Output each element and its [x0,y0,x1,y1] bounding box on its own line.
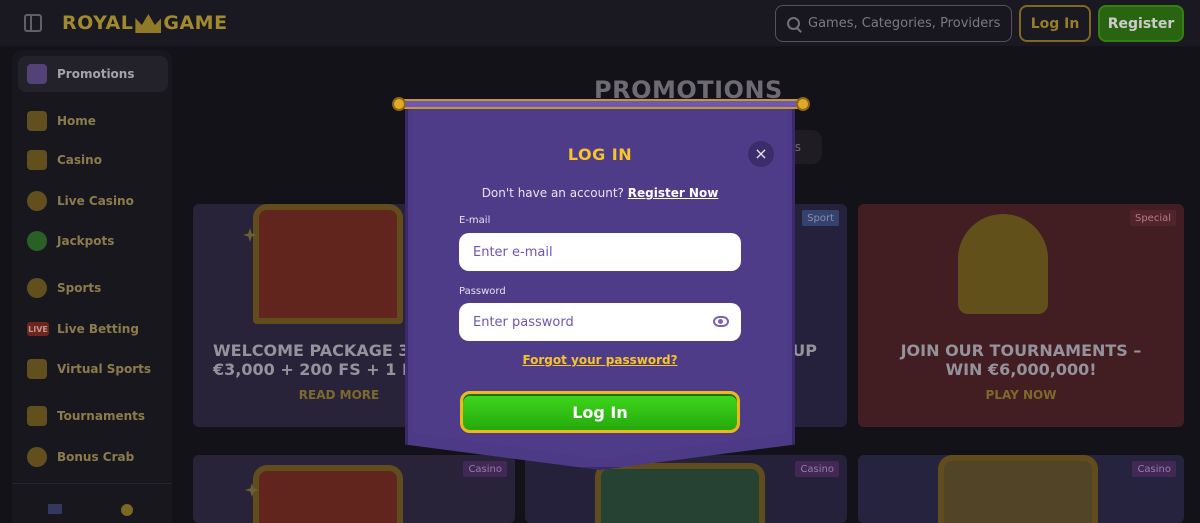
signup-prompt: Don't have an account? Register Now [413,186,787,200]
email-field[interactable] [473,244,693,260]
show-password-eye-icon[interactable] [713,316,729,327]
rod-end-left [392,97,406,111]
login-submit-button[interactable]: Log In [460,391,740,433]
email-label: E-mail [459,215,491,226]
password-label: Password [459,286,506,297]
modal-title: LOG IN [567,145,633,164]
close-icon[interactable]: × [748,141,774,167]
forgot-password-link[interactable]: Forgot your password? [413,353,787,367]
password-field-wrapper [459,303,741,341]
email-field-wrapper [459,233,741,271]
no-account-text: Don't have an account? [481,186,624,200]
rod-end-right [796,97,810,111]
register-now-link[interactable]: Register Now [628,186,719,200]
banner-rod [399,99,803,109]
password-field[interactable] [473,314,693,330]
